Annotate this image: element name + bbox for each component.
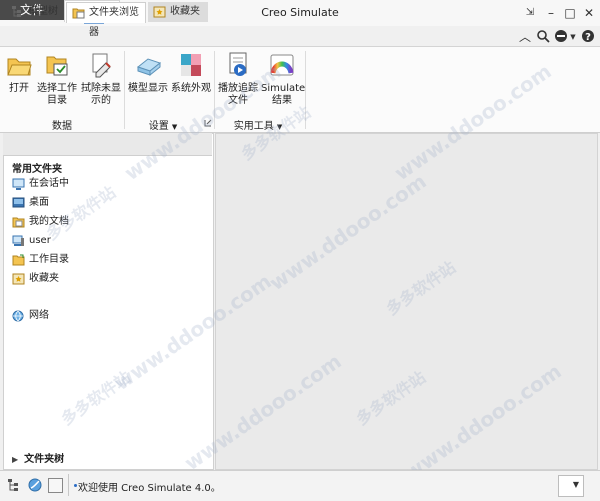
group-label-settings[interactable]: 设置 ▼ (138, 117, 188, 132)
status-message: 欢迎使用 Creo Simulate 4.0。 (78, 483, 221, 494)
play-trail-file-button[interactable]: 播放追踪 文件 (217, 51, 259, 107)
help-icon[interactable]: ? (580, 29, 596, 45)
folder-item-desktop[interactable]: 桌面 (12, 195, 49, 211)
dialog-launcher-icon[interactable] (204, 119, 212, 127)
system-appearance-button[interactable]: 系统外观 (170, 51, 212, 95)
network-globe-icon (12, 310, 25, 322)
window-resize-icon[interactable]: ⇲ (520, 3, 540, 23)
desktop-icon (12, 197, 25, 209)
documents-folder-icon (12, 216, 25, 228)
community-dropdown-icon[interactable]: ▼ (568, 29, 578, 45)
ribbon: 打开 选择工作 目录 拭除未显 示的 模型显示 系统外观 播放追踪 文件 Sim… (0, 47, 600, 133)
common-folders-title: 常用文件夹 (12, 164, 62, 175)
favorites-folder-icon (12, 273, 25, 285)
tab-folder-browser[interactable]: 文件夹浏览器 (66, 2, 146, 38)
folder-item-my-documents[interactable]: 我的文档 (12, 214, 69, 230)
chevron-down-icon: ▼ (276, 123, 283, 131)
folder-item-network[interactable]: 网络 (12, 308, 49, 324)
tab-favorites[interactable]: 收藏夹 (148, 2, 208, 22)
group-divider (214, 51, 215, 129)
folder-item-working-directory[interactable]: 工作目录 (12, 252, 69, 268)
main-graphics-area[interactable] (215, 133, 598, 470)
simulate-results-icon (268, 51, 296, 79)
collapse-ribbon-icon[interactable]: ︿ (517, 29, 533, 45)
navigator-toggle-icon[interactable] (6, 477, 22, 493)
model-tree-icon (11, 5, 24, 18)
divider (68, 474, 69, 496)
folder-tree-toggle[interactable]: ▶ 文件夹树 (12, 450, 64, 465)
close-icon[interactable]: ✕ (579, 3, 599, 23)
in-session-icon (12, 178, 25, 190)
folder-item-in-session[interactable]: 在会话中 (12, 176, 69, 192)
maximize-icon[interactable]: □ (560, 3, 580, 23)
group-divider (124, 51, 125, 129)
working-directory-folder-icon (12, 254, 25, 266)
group-divider (305, 51, 306, 129)
selection-filter-dropdown-icon[interactable]: ▼ (570, 475, 582, 495)
erase-not-displayed-button[interactable]: 拭除未显 示的 (80, 51, 122, 107)
select-working-directory-button[interactable]: 选择工作 目录 (36, 51, 78, 107)
community-icon[interactable] (553, 29, 569, 45)
open-folder-icon (5, 51, 33, 79)
navigator-tabs (3, 133, 212, 156)
minimize-icon[interactable]: – (541, 3, 561, 23)
chevron-down-icon: ▼ (171, 123, 178, 131)
search-icon[interactable] (535, 29, 551, 45)
group-label-data: 数据 (52, 121, 72, 132)
folder-browser-icon (72, 6, 85, 19)
simulate-results-button[interactable]: Simulate 结果 (261, 51, 305, 107)
system-appearance-icon (177, 51, 205, 79)
browser-toggle-icon[interactable] (27, 477, 43, 493)
svg-text:?: ? (585, 32, 591, 43)
folder-item-favorites[interactable]: 收藏夹 (12, 271, 59, 287)
folder-item-user[interactable]: user (12, 233, 51, 249)
erase-icon (87, 51, 115, 79)
expand-arrow-icon: ▶ (12, 455, 19, 464)
trail-file-icon (224, 51, 252, 79)
working-directory-icon (43, 51, 71, 79)
status-bullet-icon (74, 484, 77, 487)
fullscreen-toggle-icon[interactable] (48, 478, 63, 493)
open-button[interactable]: 打开 (4, 51, 34, 95)
tab-model-tree[interactable]: 模型树 (6, 2, 66, 22)
group-label-utilities[interactable]: 实用工具 ▼ (228, 117, 288, 132)
favorites-icon (153, 5, 166, 18)
model-display-icon (134, 51, 162, 79)
model-display-button[interactable]: 模型显示 (127, 51, 169, 95)
user-computer-icon (12, 235, 25, 247)
